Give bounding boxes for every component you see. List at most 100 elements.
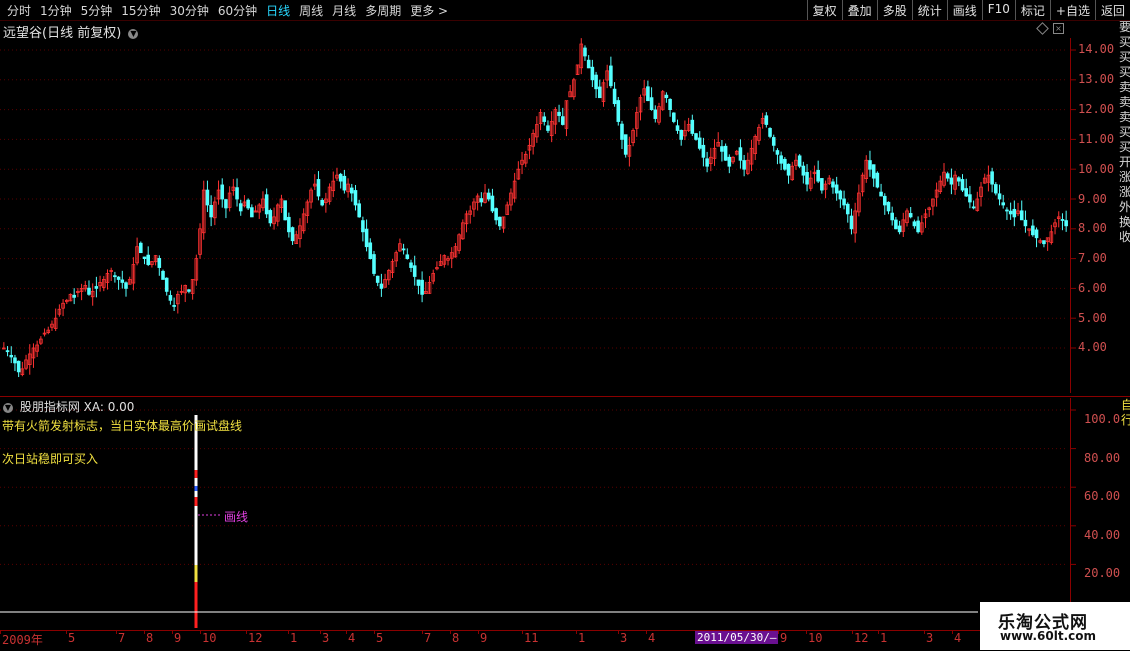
- candle-body: [679, 129, 683, 140]
- candle-body: [879, 191, 883, 197]
- candle-body: [16, 360, 21, 373]
- candle-body: [479, 198, 484, 203]
- candle-body: [546, 125, 550, 131]
- signal-bar-segment: [194, 478, 198, 486]
- candle-body: [250, 207, 254, 218]
- candle-body: [209, 204, 213, 218]
- candle-body: [1034, 229, 1039, 239]
- candle-body: [316, 179, 321, 197]
- candle-body: [405, 254, 410, 259]
- candle-body: [164, 277, 169, 292]
- candle-body: [997, 193, 1002, 200]
- candle-body: [560, 116, 565, 125]
- candle-body: [1008, 210, 1013, 215]
- date-tick-mark: [346, 630, 347, 634]
- date-tick-label: 9: [174, 631, 182, 645]
- candle-body: [268, 210, 273, 224]
- candle-body: [764, 115, 769, 125]
- candle-body: [1064, 220, 1068, 227]
- signal-bar-segment: [194, 506, 198, 514]
- candle-body: [13, 357, 17, 364]
- candle-body: [723, 145, 728, 161]
- candle-body: [264, 194, 269, 215]
- candle-body: [116, 276, 121, 280]
- candle-body: [1012, 208, 1017, 218]
- candle-body: [738, 147, 743, 161]
- draw-line-label: 画线: [224, 510, 249, 524]
- cursor-date-label: 2011/05/30/—: [695, 631, 779, 644]
- candle-body: [72, 294, 76, 298]
- date-tick-label: 3: [926, 631, 934, 645]
- candle-body: [742, 160, 746, 170]
- date-tick-mark: [246, 630, 247, 634]
- date-tick-mark: [320, 630, 321, 634]
- candle-body: [172, 305, 176, 307]
- candle-body: [139, 242, 143, 254]
- candle-body: [1005, 209, 1009, 212]
- candle-body: [701, 144, 706, 158]
- candle-body: [357, 203, 361, 218]
- candle-body: [623, 134, 628, 155]
- date-tick-label: 8: [452, 631, 460, 645]
- indicator-tick: 100.0: [1084, 412, 1121, 426]
- candle-body: [94, 286, 99, 289]
- signal-bar-segment: [194, 491, 198, 497]
- candle-body: [831, 181, 835, 188]
- candle-body: [338, 173, 343, 182]
- candlestick-chart[interactable]: [0, 0, 1130, 650]
- candle-body: [786, 163, 791, 176]
- candle-body: [620, 123, 624, 140]
- candle-body: [768, 128, 772, 137]
- candle-body: [697, 137, 702, 149]
- candle-body: [246, 199, 250, 209]
- candle-body: [868, 160, 872, 170]
- signal-bar-segment: [194, 514, 198, 565]
- date-tick-mark: [144, 630, 145, 634]
- date-tick-label: 5: [68, 631, 76, 645]
- candle-body: [168, 295, 173, 301]
- candle-body: [801, 165, 806, 176]
- date-tick-mark: [806, 630, 807, 634]
- date-tick-label: 3: [620, 631, 628, 645]
- indicator-name: 股朋指标网 XA: 0.00: [19, 400, 135, 414]
- date-tick-mark: [288, 630, 289, 634]
- date-tick-label: 9: [780, 631, 788, 645]
- date-tick-mark: [374, 630, 375, 634]
- date-tick-label: 2009年: [2, 633, 43, 647]
- candle-body: [498, 216, 502, 227]
- date-tick-label: 4: [648, 631, 656, 645]
- pane-divider[interactable]: [0, 396, 1130, 397]
- candle-body: [990, 171, 994, 185]
- indicator-title: ▼ 股朋指标网 XA: 0.00: [3, 398, 134, 415]
- candle-body: [797, 155, 802, 167]
- candle-body: [290, 227, 295, 242]
- signal-bar-segment: [194, 486, 198, 491]
- date-tick-mark: [952, 630, 953, 634]
- candle-body: [342, 175, 347, 191]
- candle-body: [775, 150, 780, 155]
- candle-body: [349, 187, 354, 194]
- date-tick-label: 11: [524, 631, 539, 645]
- signal-bar-segment: [194, 470, 198, 478]
- date-tick-label: 8: [146, 631, 154, 645]
- candle-body: [838, 190, 843, 200]
- indicator-tick: 80.00: [1084, 451, 1121, 465]
- candle-body: [886, 201, 891, 212]
- candle-body: [1001, 202, 1006, 206]
- candle-body: [694, 133, 698, 140]
- candle-body: [1019, 210, 1024, 221]
- chevron-down-icon[interactable]: ▼: [3, 402, 13, 413]
- watermark-url: www.60lt.com: [1000, 629, 1097, 643]
- date-tick-mark: [172, 630, 173, 634]
- date-tick-mark: [116, 630, 117, 634]
- candle-body: [5, 350, 10, 353]
- candle-body: [320, 199, 324, 206]
- candle-body: [205, 189, 210, 206]
- date-tick-label: 1: [578, 631, 586, 645]
- candle-body: [705, 158, 709, 167]
- candle-body: [845, 203, 850, 215]
- side-char: 自: [1121, 398, 1130, 412]
- candle-body: [894, 219, 898, 230]
- date-tick-mark: [852, 630, 853, 634]
- candle-body: [912, 221, 917, 227]
